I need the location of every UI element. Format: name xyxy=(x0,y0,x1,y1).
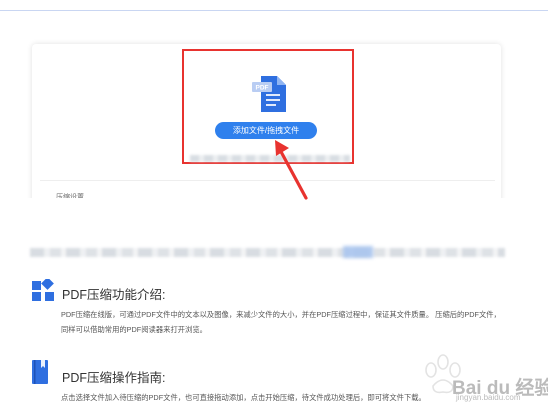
watermark-url: jingyan.baidu.com xyxy=(456,393,521,402)
annotation-arrow-icon xyxy=(275,140,308,200)
intro-title: PDF压缩功能介绍: xyxy=(62,288,166,302)
header-divider xyxy=(0,10,548,11)
blurred-link-highlight xyxy=(343,246,373,258)
card-divider xyxy=(40,180,495,181)
blurred-link-row xyxy=(30,248,505,257)
guide-title: PDF压缩操作指南: xyxy=(62,371,166,385)
pdf-file-icon: PDF xyxy=(252,76,286,112)
intro-body: PDF压缩在线版，可通过PDF文件中的文本以及图像，来减少文件的大小，并在PDF… xyxy=(61,310,501,334)
guide-book-icon xyxy=(32,360,48,384)
feature-grid-icon xyxy=(32,279,54,301)
pdf-badge-text: PDF xyxy=(256,85,269,92)
